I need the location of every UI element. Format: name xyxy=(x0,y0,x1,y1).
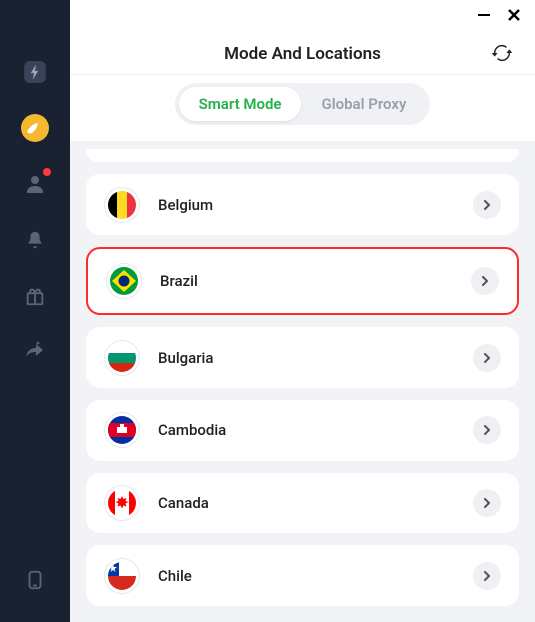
close-button[interactable] xyxy=(507,8,521,22)
page-title: Mode And Locations xyxy=(90,44,515,64)
flag-icon xyxy=(106,263,142,299)
flag-icon xyxy=(104,485,140,521)
main-panel: Mode And Locations Smart Mode Global Pro… xyxy=(70,0,535,622)
country-name: Brazil xyxy=(160,272,471,290)
device-icon[interactable] xyxy=(21,566,49,594)
user-icon[interactable] xyxy=(21,170,49,198)
mode-tabs: Smart Mode Global Proxy xyxy=(175,83,431,125)
header: Mode And Locations xyxy=(70,30,535,75)
globe-icon[interactable] xyxy=(21,114,49,142)
country-card-belgium[interactable]: Belgium xyxy=(86,174,519,235)
country-card-bulgaria[interactable]: Bulgaria xyxy=(86,327,519,388)
chevron-right-icon[interactable] xyxy=(473,191,501,219)
flag-icon xyxy=(104,412,140,448)
country-name: Bulgaria xyxy=(158,349,473,367)
tab-smart-mode[interactable]: Smart Mode xyxy=(179,87,302,121)
chevron-right-icon[interactable] xyxy=(473,344,501,372)
chevron-right-icon[interactable] xyxy=(473,489,501,517)
bell-icon[interactable] xyxy=(21,226,49,254)
chevron-right-icon[interactable] xyxy=(471,267,499,295)
tab-global-proxy[interactable]: Global Proxy xyxy=(301,87,426,121)
notification-badge xyxy=(43,168,51,176)
flag-icon xyxy=(104,187,140,223)
country-name: Cambodia xyxy=(158,421,473,439)
mode-tabs-container: Smart Mode Global Proxy xyxy=(70,75,535,141)
minimize-button[interactable] xyxy=(477,8,491,22)
flag-icon xyxy=(104,340,140,376)
bolt-icon[interactable] xyxy=(21,58,49,86)
country-card-chile[interactable]: Chile xyxy=(86,545,519,606)
chevron-right-icon[interactable] xyxy=(473,562,501,590)
country-name: Canada xyxy=(158,494,473,512)
titlebar xyxy=(70,0,535,30)
refresh-button[interactable] xyxy=(491,42,513,68)
country-card-canada[interactable]: Canada xyxy=(86,473,519,534)
gift-icon[interactable] xyxy=(21,282,49,310)
chevron-right-icon[interactable] xyxy=(473,416,501,444)
country-card-cambodia[interactable]: Cambodia xyxy=(86,400,519,461)
country-card-brazil[interactable]: Brazil xyxy=(86,247,519,315)
country-name: Belgium xyxy=(158,196,473,214)
country-name: Chile xyxy=(158,567,473,585)
sidebar xyxy=(0,0,70,622)
list-item-partial xyxy=(86,149,519,162)
location-list[interactable]: Belgium Brazil Bulgaria Cambodia Canada Chile xyxy=(70,141,535,622)
flag-icon xyxy=(104,558,140,594)
share-icon[interactable] xyxy=(21,338,49,366)
